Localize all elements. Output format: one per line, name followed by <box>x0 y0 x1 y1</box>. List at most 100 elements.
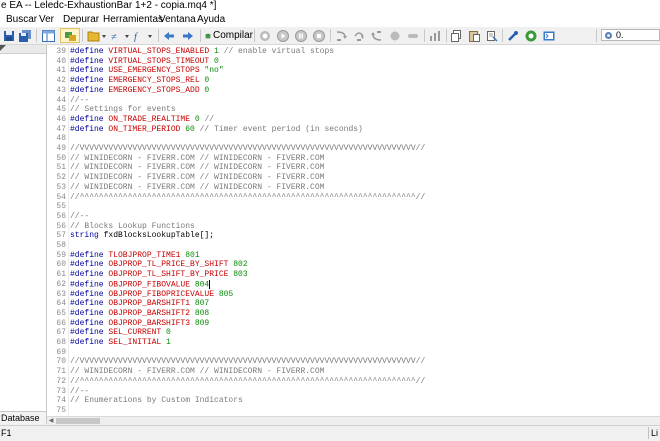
code-line: string fxdBlocksLookupTable[]; <box>70 231 214 241</box>
line-number: 51 <box>47 163 66 173</box>
save-icon[interactable] <box>2 28 16 43</box>
panel-header <box>0 45 46 54</box>
compile-button[interactable]: Compilar <box>203 28 255 43</box>
code-token: 805 <box>219 290 233 299</box>
menu-ver[interactable]: Ver <box>39 13 54 27</box>
step-over-icon[interactable] <box>352 28 366 43</box>
tab-database[interactable]: Database <box>0 411 46 424</box>
code-token: #define <box>70 251 108 260</box>
menu-herramientas[interactable]: Herramientas <box>103 13 163 27</box>
title-bar: e EA -- Leledc-ExhaustionBar 1+2 - copia… <box>0 0 660 13</box>
code-token: TLOBJPROP_TIME1 <box>108 251 185 260</box>
collapse-icon[interactable] <box>0 45 6 51</box>
community-icon[interactable] <box>524 28 538 43</box>
line-number: 74 <box>47 396 66 406</box>
menu-ayuda[interactable]: Ayuda <box>197 13 225 27</box>
line-number: 54 <box>47 193 66 203</box>
line-number: 56 <box>47 222 66 232</box>
paste-icon[interactable] <box>467 28 481 43</box>
line-number: 47 <box>47 125 66 135</box>
code-line: // WINIDECORN - FIVERR.COM // WINIDECORN… <box>70 183 324 193</box>
line-number: 72 <box>47 377 66 387</box>
menu-depurar[interactable]: Depurar <box>63 13 99 27</box>
code-token: OBJPROP_TL_SHIFT_BY_PRICE <box>108 270 233 279</box>
line-number: 49 <box>47 144 66 154</box>
code-line: #define ON_TIMER_PERIOD 60 // Timer even… <box>70 125 363 135</box>
code-line: #define VIRTUAL_STOPS_TIMEOUT 0 <box>70 57 219 67</box>
cut-icon[interactable] <box>485 28 499 43</box>
line-number: 65 <box>47 309 66 319</box>
scroll-left-icon[interactable]: ◀ <box>47 417 55 425</box>
folder-icon[interactable] <box>85 28 109 43</box>
status-line: Li <box>651 426 658 440</box>
function-icon[interactable]: f <box>133 28 155 43</box>
code-line: #define TLOBJPROP_TIME1 801 <box>70 251 200 261</box>
compile-label: Compilar <box>213 30 253 41</box>
code-token: SEL_CURRENT <box>108 328 166 337</box>
code-token: 0 <box>204 76 209 85</box>
code-line: //-- <box>70 387 89 397</box>
line-number: 63 <box>47 290 66 300</box>
scroll-thumb[interactable] <box>56 418 100 424</box>
code-line: #define OBJPROP_BARSHIFT2 808 <box>70 309 209 319</box>
svg-text:f: f <box>134 32 138 42</box>
code-token: 809 <box>195 319 209 328</box>
code-token: // Blocks Lookup Functions <box>70 222 195 231</box>
code-token: #define <box>70 57 108 66</box>
line-number-gutter: 3940414243444546474849505152535455565657… <box>47 45 69 416</box>
code-token: 802 <box>233 260 247 269</box>
profile-icon[interactable] <box>428 28 442 43</box>
menu-buscar[interactable]: Buscar <box>6 13 37 27</box>
line-number: 52 <box>47 173 66 183</box>
compile-icon <box>205 31 211 41</box>
copy-icon[interactable] <box>449 28 463 43</box>
line-number: 45 <box>47 105 66 115</box>
code-line: //^^^^^^^^^^^^^^^^^^^^^^^^^^^^^^^^^^^^^^… <box>70 377 425 387</box>
window-title: e EA -- Leledc-ExhaustionBar 1+2 - copia… <box>0 0 216 11</box>
code-token: VIRTUAL_STOPS_TIMEOUT <box>108 57 214 66</box>
wrench-icon[interactable] <box>506 28 520 43</box>
terminal-icon[interactable] <box>542 28 556 43</box>
navigator-icon[interactable] <box>60 28 80 43</box>
line-number: 41 <box>47 66 66 76</box>
play-icon[interactable] <box>276 28 290 43</box>
code-token: 0 <box>166 328 171 337</box>
code-token: #define <box>70 76 108 85</box>
code-line: #define OBJPROP_BARSHIFT3 809 <box>70 319 209 329</box>
code-line: // WINIDECORN - FIVERR.COM // WINIDECORN… <box>70 154 324 164</box>
code-token: EMERGENCY_STOPS_ADD <box>108 86 204 95</box>
code-token: #define <box>70 328 108 337</box>
breakpoint-icon[interactable] <box>388 28 402 43</box>
zoom-box[interactable]: 0. <box>601 29 660 41</box>
pause-icon[interactable] <box>294 28 308 43</box>
code-editor[interactable]: 3940414243444546474849505152535455565657… <box>47 45 660 416</box>
code-token: 0 <box>204 86 209 95</box>
debug-start-icon[interactable] <box>258 28 272 43</box>
code-line: #define OBJPROP_BARSHIFT1 807 <box>70 299 209 309</box>
code-token: // <box>200 115 214 124</box>
code-token: // Settings for events <box>70 105 176 114</box>
status-help: F1 <box>1 426 12 440</box>
stop-icon[interactable] <box>312 28 326 43</box>
code-token: // WINIDECORN - FIVERR.COM // WINIDECORN… <box>70 183 324 192</box>
code-line: //VVVVVVVVVVVVVVVVVVVVVVVVVVVVVVVVVVVVVV… <box>70 357 425 367</box>
text-caret <box>209 280 210 289</box>
layout-icon[interactable] <box>41 28 56 43</box>
forward-arrow-icon[interactable] <box>181 28 195 43</box>
code-token: // WINIDECORN - FIVERR.COM // WINIDECORN… <box>70 154 324 163</box>
save-all-icon[interactable] <box>18 28 32 43</box>
code-token: ON_TRADE_REALTIME <box>108 115 194 124</box>
clear-breakpoints-icon[interactable] <box>406 28 420 43</box>
horizontal-scrollbar[interactable]: ◀ <box>47 416 660 425</box>
code-line: #define ON_TRADE_REALTIME 0 // <box>70 115 214 125</box>
step-out-icon[interactable] <box>370 28 384 43</box>
line-number: 40 <box>47 57 66 67</box>
step-into-icon[interactable] <box>334 28 348 43</box>
code-token: //-- <box>70 212 89 221</box>
gear-icon <box>604 31 613 40</box>
back-arrow-icon[interactable] <box>162 28 176 43</box>
menu-ventana[interactable]: Ventana <box>159 13 196 27</box>
code-line: // Settings for events <box>70 105 176 115</box>
line-number: 60 <box>47 260 66 270</box>
snippet-icon[interactable]: ≠ <box>110 28 132 43</box>
